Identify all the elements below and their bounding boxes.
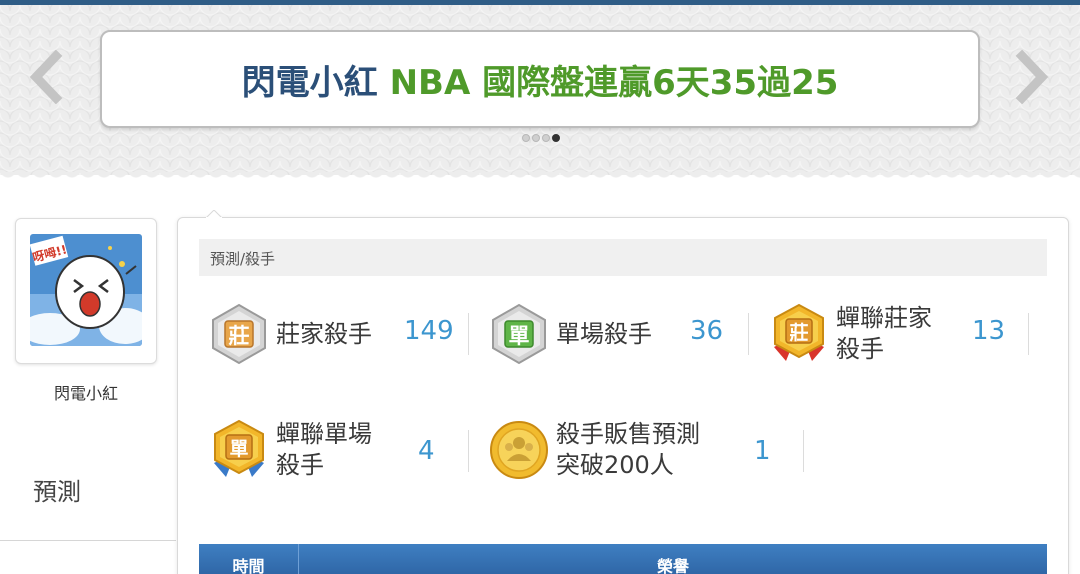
award-label-line1: 殺手販售預測 (556, 420, 700, 448)
divider (803, 430, 804, 472)
profile-username[interactable]: 閃電小紅 (15, 380, 157, 404)
carousel-dot[interactable] (542, 134, 550, 142)
divider (748, 313, 749, 355)
award-label-line2: 突破200人 (556, 451, 674, 479)
banner-prev-button[interactable] (24, 50, 68, 104)
award-label: 蟬聯莊家 殺手 (836, 303, 932, 365)
carousel-dots (522, 134, 560, 142)
divider (468, 313, 469, 355)
banner-scalloped-edge (0, 172, 1080, 182)
breadcrumb: 預測/殺手 (199, 239, 1047, 276)
carousel-dot-active[interactable] (552, 134, 560, 142)
sidebar-item-predict[interactable]: 預測 (33, 472, 81, 507)
banner-headline-box[interactable]: 閃電小紅 NBA 國際盤連贏6天35過25 (100, 30, 980, 128)
award-label: 莊家殺手 (276, 319, 372, 348)
award-label-line2: 殺手 (836, 335, 884, 363)
carousel-dot[interactable] (532, 134, 540, 142)
avatar-card[interactable]: 呀呣!! (15, 218, 157, 364)
single-gold-medal-icon: 單 (214, 419, 264, 477)
award-consecutive-banker-killer[interactable]: 莊 蟬聯莊家 殺手 (768, 303, 932, 365)
award-consecutive-single-killer[interactable]: 單 蟬聯單場 殺手 (208, 419, 372, 481)
carousel-dot[interactable] (522, 134, 530, 142)
award-sales-killer[interactable]: 殺手販售預測 突破200人 (488, 420, 700, 480)
badge-glyph: 莊 (789, 322, 808, 344)
avatar: 呀呣!! (30, 234, 142, 346)
sidebar-divider (0, 540, 176, 541)
divider (468, 430, 469, 472)
panel-pointer (206, 210, 222, 218)
award-count: 36 (690, 316, 724, 346)
banker-gold-medal-icon: 莊 (774, 303, 824, 361)
award-label-line1: 蟬聯單場 (276, 420, 372, 448)
honors-table-header: 時間 榮譽 (199, 544, 1047, 574)
award-banker-killer[interactable]: 莊 莊家殺手 (208, 303, 372, 365)
chevron-right-icon (1015, 50, 1049, 104)
award-label-line1: 蟬聯莊家 (836, 304, 932, 332)
banker-silver-badge-icon: 莊 (212, 303, 266, 365)
award-count: 4 (418, 436, 435, 466)
award-label-line2: 殺手 (276, 451, 324, 479)
badge-glyph: 莊 (229, 324, 250, 348)
award-label: 殺手販售預測 突破200人 (556, 419, 700, 481)
single-silver-badge-icon: 單 (492, 303, 546, 365)
chevron-left-icon (29, 50, 63, 104)
column-header-honor[interactable]: 榮譽 (299, 544, 1047, 574)
award-label: 蟬聯單場 殺手 (276, 419, 372, 481)
award-count: 13 (972, 316, 1006, 346)
award-single-killer[interactable]: 單 單場殺手 (488, 303, 652, 365)
banner-headline: NBA 國際盤連贏6天35過25 (389, 62, 839, 103)
award-count: 149 (404, 316, 454, 346)
award-label: 單場殺手 (556, 319, 652, 348)
column-header-time[interactable]: 時間 (199, 544, 299, 574)
badge-glyph: 單 (229, 438, 248, 460)
sales-gold-coin-icon (490, 421, 548, 479)
award-count: 1 (754, 436, 771, 466)
badge-glyph: 單 (509, 324, 530, 348)
banner-next-button[interactable] (1010, 50, 1054, 104)
divider (1028, 313, 1029, 355)
banner-user-name: 閃電小紅 (241, 62, 378, 103)
